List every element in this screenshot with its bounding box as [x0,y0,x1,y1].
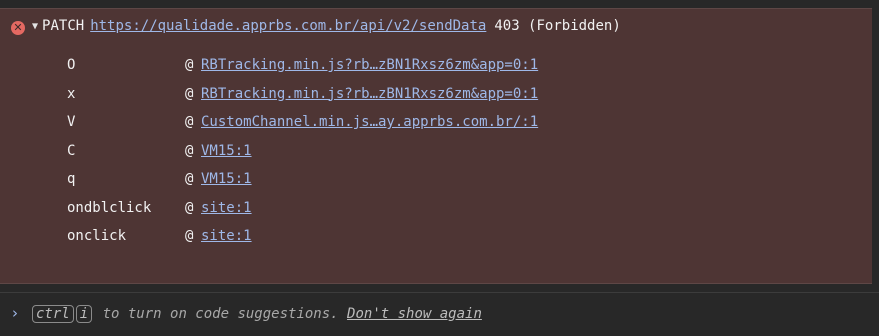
error-header: ▼ PATCH https://qualidade.apprbs.com.br/ap… [32,16,621,37]
stack-frame: V @ CustomChannel.min.js…ay.apprbs.com.br/… [67,112,538,141]
stack-frame-at: @ [185,171,194,187]
i-key-badge: i [75,305,93,323]
stack-frame-at: @ [185,199,194,216]
http-method: PATCH [42,18,85,34]
stack-frame-at: @ [185,85,194,102]
request-url-link[interactable]: https://qualidade.apprbs.com.br/api/v2/s… [90,18,486,34]
stack-frame-source-link[interactable]: site:1 [201,200,252,216]
stack-frame-function: x [67,85,76,102]
stack-frame-at: @ [185,114,194,130]
console-divider [0,292,879,293]
console-error-message[interactable]: ✕ ▼ PATCH https://qualidade.apprbs.com.br/… [0,8,872,284]
stack-frame-function: C [67,142,76,159]
stack-frame-source-link[interactable]: VM15:1 [201,171,252,187]
dont-show-again-link[interactable]: Don't show again [347,306,482,322]
stack-frame-source-link[interactable]: RBTracking.min.js?rb…zBN1Rxsz6zm&app=0:1 [201,57,538,73]
ctrl-key-badge: ctrl [32,305,74,323]
expand-triangle-icon[interactable]: ▼ [32,17,38,37]
hint-text: to turn on code suggestions. [94,306,348,322]
stack-frame: onclick @ site:1 [67,226,538,255]
stack-frame-at: @ [185,142,194,159]
stack-trace: O @ RBTracking.min.js?rb…zBN1Rxsz6zm&app=0… [67,55,538,255]
stack-frame: q @ VM15:1 [67,169,538,198]
code-suggestions-hint: ctrl i to turn on code suggestions. Don't… [32,304,482,324]
stack-frame: ondblclick @ site:1 [67,198,538,227]
stack-frame: O @ RBTracking.min.js?rb…zBN1Rxsz6zm&app=0… [67,55,538,84]
stack-frame-function: V [67,114,76,130]
stack-frame-source-link[interactable]: site:1 [201,228,252,244]
stack-frame-source-link[interactable]: RBTracking.min.js?rb…zBN1Rxsz6zm&app=0:1 [201,86,538,102]
stack-frame: x @ RBTracking.min.js?rb…zBN1Rxsz6zm&app=0… [67,84,538,113]
stack-frame: C @ VM15:1 [67,141,538,170]
stack-frame-function: ondblclick [67,199,152,216]
stack-frame-at: @ [185,57,194,73]
stack-frame-source-link[interactable]: CustomChannel.min.js…ay.apprbs.com.br/:1 [201,114,538,130]
stack-frame-function: O [67,57,76,73]
stack-frame-source-link[interactable]: VM15:1 [201,143,252,159]
stack-frame-at: @ [185,228,194,244]
console-prompt[interactable]: › ctrl i to turn on code suggestions. Don… [0,300,879,330]
error-x-icon: ✕ [11,21,25,35]
devtools-console: ✕ ▼ PATCH https://qualidade.apprbs.com.br/… [0,0,879,336]
stack-frame-function: q [67,171,76,187]
stack-frame-function: onclick [67,228,127,244]
http-status: 403 (Forbidden) [494,18,621,34]
prompt-chevron-icon: › [12,304,18,322]
